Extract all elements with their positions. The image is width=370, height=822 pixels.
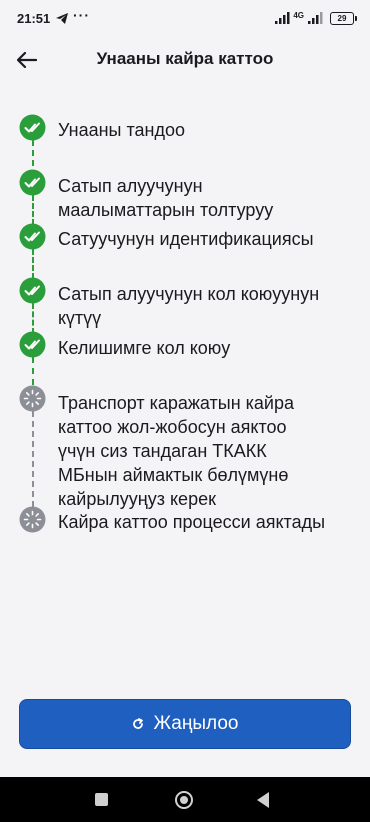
step-done-icon (19, 277, 46, 304)
step-label: Сатуучунун идентификациясы (58, 229, 314, 249)
refresh-button[interactable]: Жаңылоо (19, 699, 351, 749)
status-icons: 4G 29 (275, 10, 357, 26)
step-connector (32, 249, 34, 279)
recent-apps-icon[interactable] (95, 793, 108, 806)
step-done-icon (19, 223, 46, 250)
step-connector (32, 303, 34, 334)
step-done-icon (19, 331, 46, 358)
status-bar: 21:51 ··· 4G 29 (0, 0, 370, 38)
step-label: Сатып алуучунун кол коюуунун күтүү (58, 284, 320, 328)
signal-icon (275, 12, 290, 24)
step-done-icon (19, 114, 46, 141)
step-pending-icon (19, 506, 46, 533)
signal-icon-2 (308, 12, 323, 24)
back-triangle-icon[interactable] (257, 792, 269, 808)
page-title: Унааны кайра каттоо (96, 49, 274, 68)
step-label: Келишимге кол коюу (58, 338, 231, 358)
refresh-button-label: Жаңылоо (153, 713, 239, 734)
app-header: Унааны кайра каттоо (0, 40, 370, 80)
step-label: Транспорт каражатын кайра каттоо жол-жоб… (58, 393, 295, 509)
status-time: 21:51 (17, 11, 51, 26)
telegram-icon (56, 13, 68, 24)
battery-icon: 29 (330, 11, 357, 25)
network-type: 4G (293, 10, 304, 20)
system-nav-bar (0, 777, 370, 822)
step-label: Кайра каттоо процесси аяктады (58, 512, 326, 532)
step-label: Унааны тандоо (58, 120, 185, 140)
step-connector (32, 195, 34, 225)
status-dots: ··· (73, 7, 90, 23)
step-connector (32, 411, 34, 507)
step-done-icon (19, 169, 46, 196)
step-pending-icon (19, 385, 46, 412)
step-connector (32, 357, 34, 385)
refresh-icon (132, 718, 143, 729)
step-label: Сатып алуучунун маалыматтарын толтуруу (58, 176, 274, 220)
home-icon[interactable] (175, 791, 193, 809)
battery-level: 29 (337, 13, 347, 23)
